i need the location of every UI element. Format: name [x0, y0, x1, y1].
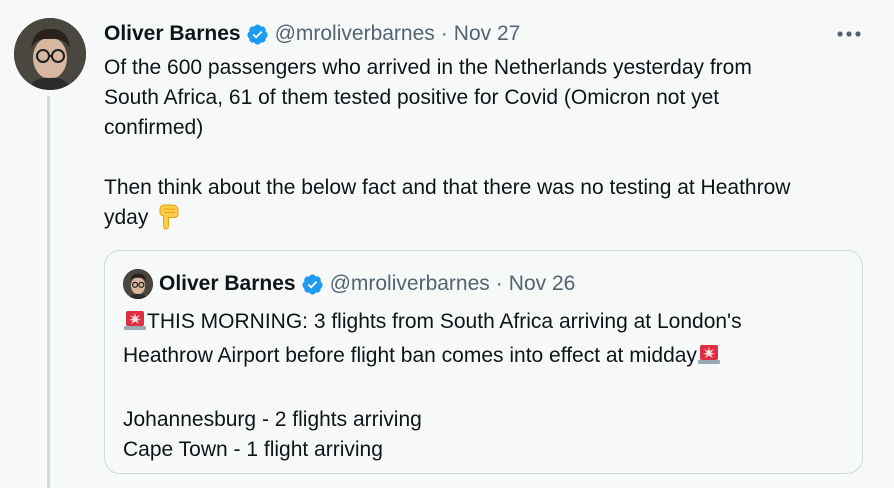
quoted-text-line: Heathrow Airport before flight ban comes… — [123, 341, 843, 375]
tweet-text-line: South Africa, 61 of them tested positive… — [104, 86, 720, 109]
thread-connector-line — [47, 96, 50, 488]
quoted-tweet-header: Oliver Barnes @mroliverbarnes · Nov 26 — [159, 270, 575, 298]
quoted-author-handle: @mroliverbarnes — [329, 272, 490, 295]
quoted-author-name: Oliver Barnes — [159, 272, 296, 295]
quoted-author-avatar — [123, 269, 153, 299]
tweet-text-word: yday — [104, 206, 149, 229]
quoted-tweet-card[interactable]: Oliver Barnes @mroliverbarnes · Nov 26 T… — [104, 250, 863, 474]
siren-emoji-icon — [123, 308, 147, 341]
quoted-text-line: THIS MORNING: 3 flights from South Afric… — [123, 307, 843, 341]
quoted-text-segment: THIS MORNING: 3 flights from South Afric… — [147, 310, 742, 333]
tweet-text: Of the 600 passengers who arrived in the… — [104, 53, 864, 233]
quoted-text-line: Cape Town - 1 flight arriving — [123, 438, 383, 461]
author-avatar[interactable] — [14, 18, 86, 90]
tweet-text-line: Then think about the below fact and that… — [104, 176, 791, 199]
author-name[interactable]: Oliver Barnes — [104, 20, 241, 48]
author-handle[interactable]: @mroliverbarnes — [275, 20, 435, 48]
verified-badge-icon — [301, 273, 324, 296]
tweet-text-line-with-emoji: yday — [104, 203, 864, 233]
pointing-down-emoji-icon — [154, 204, 180, 230]
verified-badge-icon — [246, 23, 269, 46]
avatar-photo — [14, 18, 86, 90]
tweet-header: Oliver Barnes @mroliverbarnes · Nov 27 — [104, 20, 520, 48]
separator-dot: · — [440, 22, 448, 45]
more-options-icon[interactable] — [832, 22, 866, 46]
siren-emoji-icon — [697, 342, 721, 375]
quoted-tweet-text: THIS MORNING: 3 flights from South Afric… — [123, 307, 843, 465]
separator-dot: · — [495, 272, 503, 295]
tweet-date[interactable]: Nov 27 — [454, 20, 521, 48]
tweet-text-line: confirmed) — [104, 116, 204, 139]
quoted-text-segment: Heathrow Airport before flight ban comes… — [123, 344, 697, 367]
quoted-text-line: Johannesburg - 2 flights arriving — [123, 408, 422, 431]
quoted-tweet-date: Nov 26 — [508, 272, 576, 295]
tweet-text-line: Of the 600 passengers who arrived in the… — [104, 56, 752, 79]
